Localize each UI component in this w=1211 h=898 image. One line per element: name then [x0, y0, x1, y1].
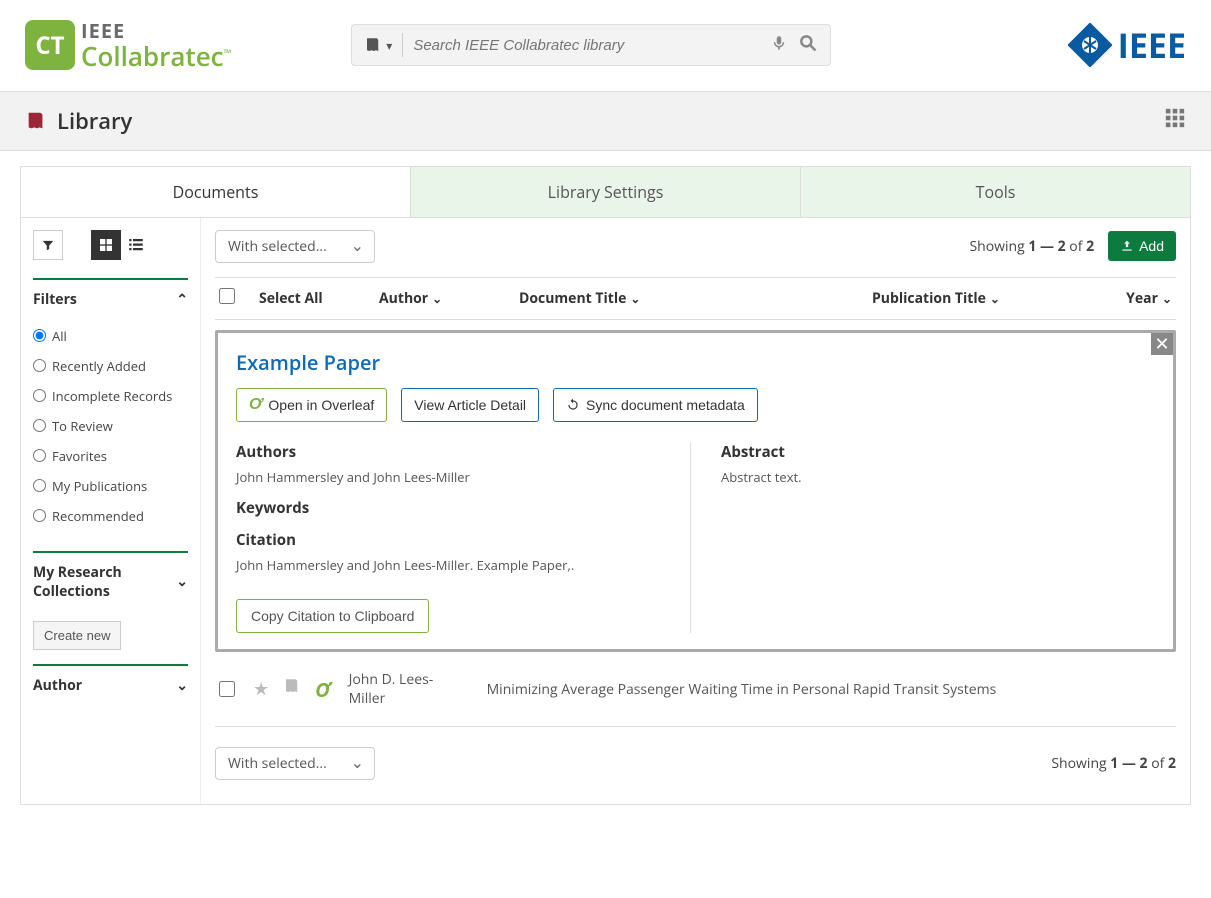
filter-all[interactable]: All — [33, 321, 188, 351]
book-icon[interactable] — [283, 677, 301, 701]
col-year[interactable]: Year⌄ — [1112, 289, 1172, 308]
chevron-down-icon: ⌄ — [1162, 290, 1172, 307]
showing-text: Showing 1 — 2 of 2 — [969, 237, 1094, 256]
table-row[interactable]: ★ Ơ John D. Lees-Miller Minimizing Avera… — [215, 652, 1176, 727]
showing-text-bottom: Showing 1 — 2 of 2 — [1051, 754, 1176, 773]
tabs: Documents Library Settings Tools — [20, 166, 1191, 217]
sidebar: Filters ⌃ All Recently Added Incomplete … — [21, 218, 201, 805]
add-button[interactable]: Add — [1108, 231, 1176, 261]
filter-to-review[interactable]: To Review — [33, 411, 188, 441]
with-selected-dropdown-bottom[interactable]: With selected... — [215, 747, 375, 780]
filters-header[interactable]: Filters ⌃ — [33, 290, 188, 309]
citation-text: John Hammersley and John Lees-Miller. Ex… — [236, 556, 670, 575]
col-select-all[interactable]: Select All — [259, 289, 359, 308]
chevron-down-icon: ⌄ — [990, 290, 1000, 307]
table-header: Select All Author⌄ Document Title⌄ Publi… — [215, 277, 1176, 320]
chevron-down-icon: ⌄ — [176, 676, 188, 695]
filter-incomplete[interactable]: Incomplete Records — [33, 381, 188, 411]
ieee-logo[interactable]: IEEE — [1068, 22, 1186, 68]
sync-metadata-button[interactable]: Sync document metadata — [553, 388, 758, 422]
overleaf-icon[interactable]: Ơ — [315, 676, 330, 703]
col-publication-title[interactable]: Publication Title⌄ — [872, 289, 1092, 308]
keywords-heading: Keywords — [236, 498, 670, 518]
create-new-button[interactable]: Create new — [33, 621, 121, 650]
main-panel: With selected... Showing 1 — 2 of 2 Add … — [201, 218, 1190, 805]
close-button[interactable]: ✕ — [1151, 333, 1173, 355]
citation-heading: Citation — [236, 530, 670, 550]
document-detail-card: ✕ Example Paper ƠOpen in Overleaf View A… — [215, 330, 1176, 653]
author-filter-panel: Author ⌄ — [33, 664, 188, 695]
chevron-down-icon: ⌄ — [176, 572, 188, 591]
with-selected-dropdown[interactable]: With selected... — [215, 230, 375, 263]
abstract-heading: Abstract — [721, 442, 1155, 462]
abstract-text: Abstract text. — [721, 468, 1155, 487]
filter-toggle-button[interactable] — [33, 230, 63, 260]
book-dropdown-icon[interactable]: ▾ — [364, 36, 392, 54]
sync-icon — [566, 398, 580, 412]
filter-my-publications[interactable]: My Publications — [33, 471, 188, 501]
logo-name-text: Collabratec — [81, 38, 224, 74]
tab-library-settings[interactable]: Library Settings — [410, 167, 800, 217]
collabratec-logo[interactable]: CT IEEE Collabratec™ — [25, 20, 231, 71]
book-icon — [25, 110, 47, 132]
chevron-down-icon: ⌄ — [432, 290, 442, 307]
view-list-button[interactable] — [121, 230, 151, 260]
ieee-text: IEEE — [1118, 22, 1186, 68]
author-filter-header[interactable]: Author ⌄ — [33, 676, 188, 695]
tab-tools[interactable]: Tools — [800, 167, 1190, 217]
card-title[interactable]: Example Paper — [236, 349, 1155, 376]
section-title: Library — [25, 106, 132, 136]
grid-menu-icon[interactable] — [1164, 107, 1186, 134]
collections-panel: My Research Collections ⌄ Create new — [33, 551, 188, 650]
search-bar: ▾ — [351, 24, 831, 66]
search-icon[interactable] — [798, 33, 818, 58]
filter-recommended[interactable]: Recommended — [33, 501, 188, 531]
ct-badge-icon: CT — [25, 20, 75, 70]
star-icon[interactable]: ★ — [253, 677, 269, 701]
chevron-up-icon: ⌃ — [176, 290, 188, 309]
collections-header[interactable]: My Research Collections ⌄ — [33, 563, 188, 601]
ieee-diamond-icon — [1068, 23, 1112, 67]
row-author: John D. Lees-Miller — [349, 670, 469, 708]
header: CT IEEE Collabratec™ ▾ IEEE — [0, 0, 1211, 91]
row-checkbox[interactable] — [219, 681, 235, 697]
select-all-checkbox[interactable] — [219, 288, 235, 304]
view-article-detail-button[interactable]: View Article Detail — [401, 388, 539, 422]
view-grid-button[interactable] — [91, 230, 121, 260]
search-input[interactable] — [413, 37, 760, 54]
col-author[interactable]: Author⌄ — [379, 289, 499, 308]
copy-citation-button[interactable]: Copy Citation to Clipboard — [236, 599, 429, 633]
filter-favorites[interactable]: Favorites — [33, 441, 188, 471]
row-title: Minimizing Average Passenger Waiting Tim… — [487, 680, 1172, 699]
open-in-overleaf-button[interactable]: ƠOpen in Overleaf — [236, 388, 387, 422]
mic-icon[interactable] — [770, 34, 788, 57]
authors-text: John Hammersley and John Lees-Miller — [236, 468, 670, 487]
authors-heading: Authors — [236, 442, 670, 462]
col-document-title[interactable]: Document Title⌄ — [519, 289, 852, 308]
section-bar: Library — [0, 91, 1211, 151]
tab-documents[interactable]: Documents — [21, 167, 410, 217]
overleaf-icon: Ơ — [249, 396, 262, 414]
filter-recently-added[interactable]: Recently Added — [33, 351, 188, 381]
chevron-down-icon: ⌄ — [630, 290, 640, 307]
upload-icon — [1120, 239, 1134, 253]
filters-panel: Filters ⌃ All Recently Added Incomplete … — [33, 278, 188, 531]
